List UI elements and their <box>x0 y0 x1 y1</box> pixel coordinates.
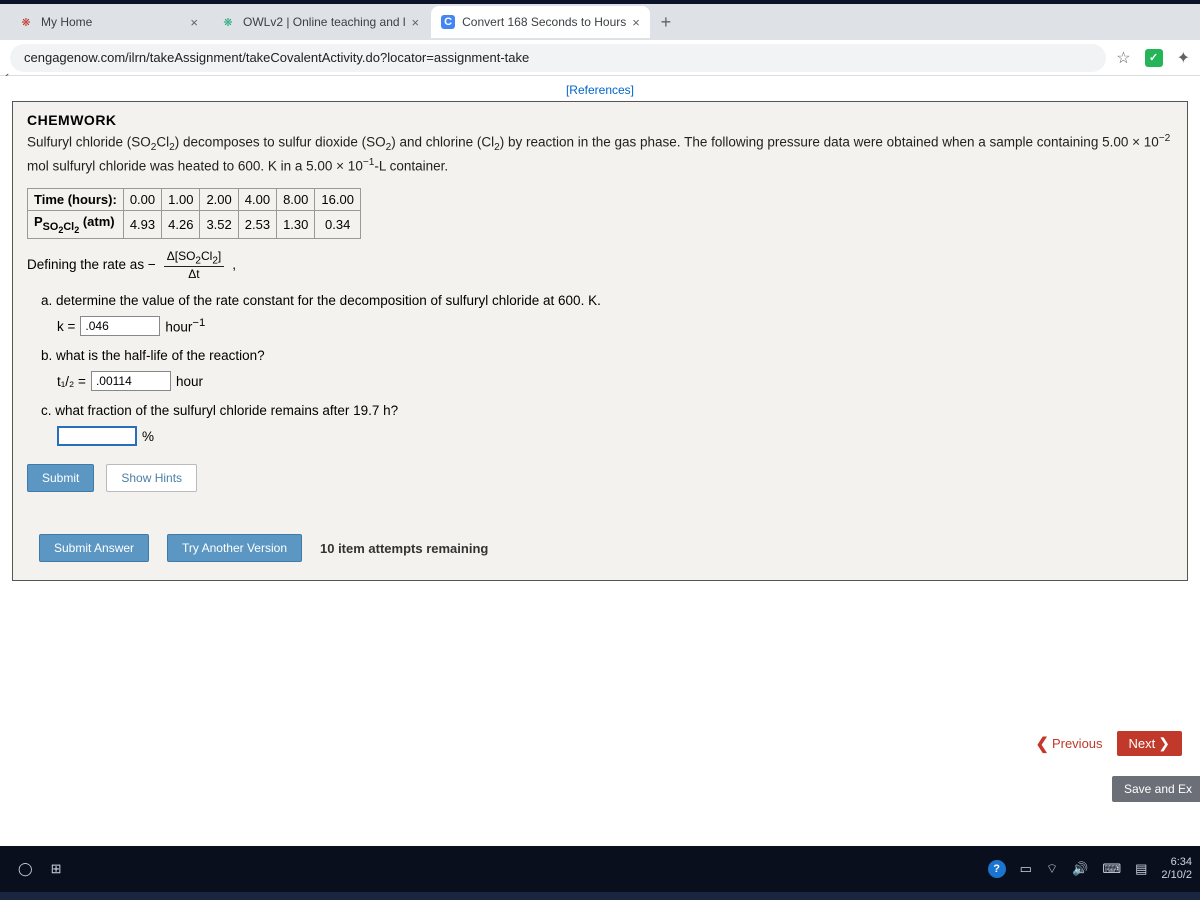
submit-button[interactable]: Submit <box>27 464 94 492</box>
tab-title: OWLv2 | Online teaching and l <box>243 15 406 29</box>
favicon-icon: ❋ <box>220 14 236 30</box>
previous-button[interactable]: ❮ Previous <box>1036 734 1103 754</box>
k-unit: hour−1 <box>165 317 205 335</box>
battery-icon[interactable]: ▭ <box>1020 861 1032 877</box>
show-hints-button[interactable]: Show Hints <box>106 464 197 492</box>
pressure-data-table: Time (hours): 0.00 1.00 2.00 4.00 8.00 1… <box>27 188 361 239</box>
url-input[interactable]: cengagenow.com/ilrn/takeAssignment/takeC… <box>10 44 1106 72</box>
try-another-button[interactable]: Try Another Version <box>167 534 302 562</box>
favicon-icon: ❋ <box>18 14 34 30</box>
thalf-input[interactable] <box>91 371 171 391</box>
bookmark-star-icon[interactable]: ☆ <box>1116 48 1130 68</box>
windows-taskbar: ◯ ⊞ ? ▭ ⌔ 🔊 ⌨ ▤ 6:34 2/10/2 <box>0 846 1200 892</box>
problem-frame: CHEMWORK Sulfuryl chloride (SO2Cl2) deco… <box>12 101 1188 581</box>
rate-definition: Defining the rate as − Δ[SO2Cl2] Δt , <box>27 249 1173 281</box>
chevron-right-icon: ❯ <box>1158 735 1170 752</box>
row-label: Time (hours): <box>28 188 124 210</box>
task-view-icon[interactable]: ⊞ <box>51 861 62 877</box>
chemwork-heading: CHEMWORK <box>27 112 1173 128</box>
thalf-unit: hour <box>176 374 203 389</box>
problem-statement: Sulfuryl chloride (SO2Cl2) decomposes to… <box>27 132 1173 176</box>
next-button[interactable]: Next ❯ <box>1117 731 1182 756</box>
sound-icon[interactable]: 🔊 <box>1072 861 1088 877</box>
extensions-icon[interactable]: ✦ <box>1177 48 1190 68</box>
keyboard-icon[interactable]: ▤ <box>1135 861 1147 877</box>
table-row: PSO2Cl2 (atm) 4.93 4.26 3.52 2.53 1.30 0… <box>28 210 361 238</box>
tab-convert-seconds[interactable]: C Convert 168 Seconds to Hours × <box>431 6 650 38</box>
tab-my-home[interactable]: ❋ My Home × <box>8 6 208 38</box>
address-bar: cengagenow.com/ilrn/takeAssignment/takeC… <box>0 40 1200 76</box>
k-input[interactable] <box>80 316 160 336</box>
input-icon[interactable]: ⌨ <box>1102 861 1121 877</box>
close-icon[interactable]: × <box>632 15 640 30</box>
k-equals-label: k = <box>57 319 75 334</box>
extension-check-icon[interactable]: ✓ <box>1145 49 1163 67</box>
table-row: Time (hours): 0.00 1.00 2.00 4.00 8.00 1… <box>28 188 361 210</box>
chevron-left-icon: ❮ <box>1036 734 1049 754</box>
thalf-label: t₁/₂ = <box>57 374 86 389</box>
fraction-input[interactable] <box>57 426 137 446</box>
save-and-exit-button[interactable]: Save and Ex <box>1112 776 1200 802</box>
new-tab-button[interactable]: + <box>652 12 680 33</box>
row-label: PSO2Cl2 (atm) <box>28 210 124 238</box>
references-link[interactable]: [References] <box>566 83 634 97</box>
taskbar-clock[interactable]: 6:34 2/10/2 <box>1161 856 1194 881</box>
tab-title: My Home <box>41 15 184 29</box>
url-text: cengagenow.com/ilrn/takeAssignment/takeC… <box>24 50 529 65</box>
browser-tab-strip: ‹ ❋ My Home × ❋ OWLv2 | Online teaching … <box>0 4 1200 40</box>
wifi-icon[interactable]: ⌔ <box>1046 861 1058 877</box>
close-icon[interactable]: × <box>190 15 198 30</box>
question-c: c. what fraction of the sulfuryl chlorid… <box>41 403 1173 418</box>
tab-title: Convert 168 Seconds to Hours <box>462 15 626 29</box>
cortana-icon[interactable]: ◯ <box>18 861 33 877</box>
question-b: b. what is the half-life of the reaction… <box>41 348 1173 363</box>
percent-unit: % <box>142 429 154 444</box>
tab-owlv2[interactable]: ❋ OWLv2 | Online teaching and l × <box>210 6 429 38</box>
close-icon[interactable]: × <box>412 15 420 30</box>
page-content: [References] CHEMWORK Sulfuryl chloride … <box>0 76 1200 846</box>
favicon-icon: C <box>441 15 455 29</box>
attempts-remaining: 10 item attempts remaining <box>320 541 488 556</box>
help-icon[interactable]: ? <box>988 860 1006 878</box>
question-a: a. determine the value of the rate const… <box>41 293 1173 308</box>
submit-answer-button[interactable]: Submit Answer <box>39 534 149 562</box>
